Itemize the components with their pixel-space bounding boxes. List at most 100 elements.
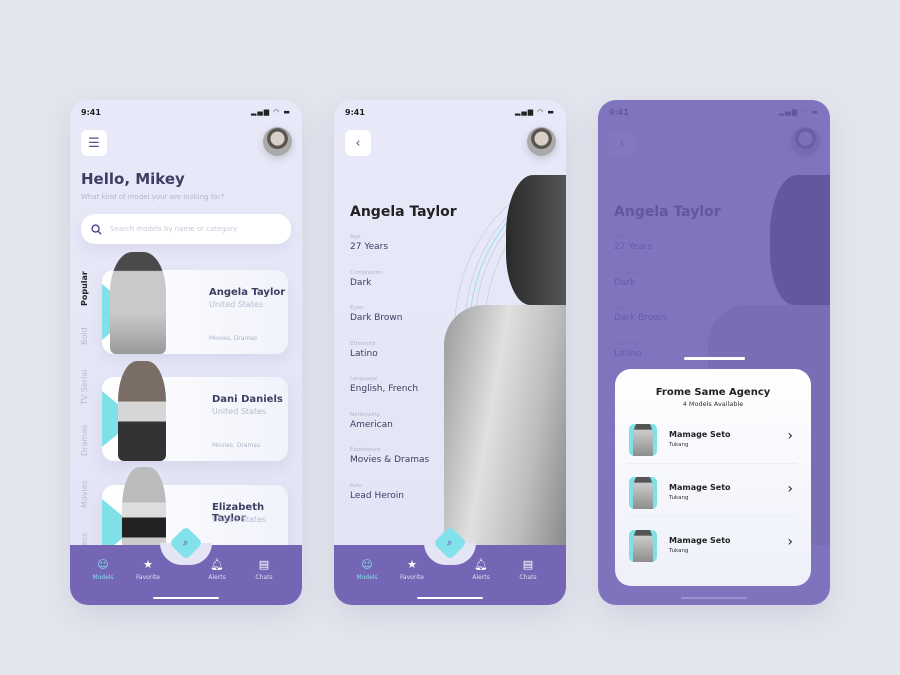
model-thumbnail — [629, 530, 657, 562]
attribute-role: RoleLead Heroin — [350, 483, 404, 501]
model-tags: Movies, Dramas — [212, 442, 261, 449]
chat-icon: ▤ — [522, 558, 534, 571]
nav-label: Models — [92, 574, 114, 581]
avatar[interactable] — [527, 127, 556, 156]
status-icons: ▂▄▆ ◠ ▬ — [250, 108, 291, 116]
category-dramas[interactable]: Dramas — [80, 425, 89, 456]
sheet-handle[interactable] — [684, 357, 745, 360]
nav-chats[interactable]: ▤ Chats — [508, 558, 548, 581]
model-subtitle: Tukang — [669, 495, 689, 501]
attribute-label: Age — [350, 234, 361, 240]
bell-icon: 🔔︎ — [474, 558, 488, 571]
home-indicator — [153, 597, 219, 599]
nav-label: Chats — [519, 574, 537, 581]
attribute-label: Eyes — [350, 305, 363, 311]
subtitle: What kind of model your are looking for? — [81, 193, 225, 201]
chevron-right-icon[interactable]: › — [787, 534, 793, 550]
category-popular[interactable]: Popular — [80, 271, 89, 306]
attribute-value: 27 Years — [350, 242, 389, 252]
agency-model-item[interactable]: Mamage Seto Tukang › — [627, 522, 797, 570]
model-photo — [110, 252, 166, 354]
home-screen: 9:41 ▂▄▆ ◠ ▬ ☰ Hello, Mikey What kind of … — [70, 100, 302, 605]
attribute-ethinicity: EthinicityLatino — [350, 341, 378, 359]
agency-screen: 9:41▂▄▆ ◠ ▬ ‹ Angela Taylor Age27 YearsC… — [598, 100, 830, 605]
attribute-label: Experience — [350, 447, 381, 453]
attribute-complexion: ComplexionDark — [350, 270, 383, 288]
nav-alerts[interactable]: 🔔︎ Alerts — [197, 558, 237, 581]
status-time: 9:41 — [81, 108, 101, 117]
attribute-experience: Experience Movies & Dramas — [350, 447, 429, 465]
category-tv-serial[interactable]: TV Serial — [80, 369, 89, 405]
nav-models[interactable]: ☺ Models — [347, 558, 387, 581]
model-country: United States — [212, 515, 267, 524]
nav-alerts[interactable]: 🔔︎ Alerts — [461, 558, 501, 581]
nav-label: Chats — [255, 574, 273, 581]
model-tags: Movies, Dramas — [209, 335, 258, 342]
search-icon — [91, 223, 102, 235]
back-button[interactable]: ‹ — [345, 130, 371, 156]
model-name: Angela Taylor — [209, 287, 286, 298]
agency-model-item[interactable]: Mamage Seto Tukang › — [627, 469, 797, 517]
avatar[interactable] — [263, 127, 292, 156]
attribute-label: Ethinicity — [350, 340, 376, 347]
nav-favorite[interactable]: ★ Favorite — [128, 558, 168, 581]
nav-models[interactable]: ☺ Models — [83, 558, 123, 581]
star-icon: ★ — [407, 558, 417, 571]
attribute-value: Latino — [350, 348, 378, 359]
nav-label: Favorite — [400, 574, 424, 581]
nav-label: Alerts — [472, 574, 490, 581]
sheet-title: Frome Same Agency — [655, 387, 771, 398]
search-input[interactable] — [110, 225, 270, 233]
attribute-value: Dark Brown — [350, 313, 403, 323]
star-icon: ★ — [143, 558, 153, 571]
agency-model-item[interactable]: Mamage Seto Tukang › — [627, 416, 797, 464]
category-movies[interactable]: Movies — [80, 480, 89, 508]
category-bold[interactable]: Bold — [80, 327, 89, 345]
status-bar: 9:41 ▂▄▆ ◠ ▬ — [81, 108, 291, 117]
search-icon: ⌕ — [183, 537, 189, 549]
model-name: Dani Daniels — [212, 394, 283, 405]
search-bar[interactable] — [81, 214, 291, 244]
nav-label: Alerts — [208, 574, 226, 581]
model-name: Mamage Seto — [669, 536, 731, 545]
sheet-subtitle: 4 Models Available — [682, 400, 744, 408]
model-card[interactable]: Dani Daniels United States Movies, Drama… — [102, 361, 288, 461]
nav-label: Models — [356, 574, 378, 581]
attribute-value: American — [350, 419, 393, 430]
home-indicator — [681, 597, 747, 599]
attribute-eyes: Eyes Dark Brown — [350, 305, 402, 323]
home-indicator — [417, 597, 483, 599]
model-name: Mamage Seto — [669, 483, 731, 492]
attribute-value: Lead Heroin — [350, 490, 404, 501]
model-country: United States — [212, 407, 267, 416]
menu-button[interactable]: ☰ — [81, 130, 107, 156]
attribute-label: Nationality — [350, 411, 380, 418]
chat-icon: ▤ — [258, 558, 270, 571]
greeting: Hello, Mikey — [81, 170, 185, 188]
model-card[interactable]: Angela Taylor United States Movies, Dram… — [102, 252, 288, 354]
chevron-left-icon: ‹ — [355, 135, 361, 151]
bell-icon: 🔔︎ — [210, 558, 224, 571]
status-icons: ▂▄▆ ◠ ▬ — [514, 108, 555, 116]
agency-sheet: Frome Same Agency 4 Models Available Mam… — [615, 369, 811, 586]
attribute-value: Dark — [350, 277, 372, 288]
status-time: 9:41 — [345, 108, 365, 117]
nav-favorite[interactable]: ★ Favorite — [392, 558, 432, 581]
nav-chats[interactable]: ▤ Chats — [244, 558, 284, 581]
attribute-language: Language English, French — [350, 376, 418, 394]
bottom-nav: ⌕ ☺ Models ★ Favorite 🔔︎ Alerts ▤ Chats — [334, 526, 566, 605]
attribute-label: Language — [350, 376, 378, 382]
attribute-label: Role — [350, 482, 362, 489]
model-photo — [118, 361, 166, 461]
attribute-age: Age 27 Years — [350, 234, 388, 252]
model-name: Angela Taylor — [350, 204, 457, 220]
models-icon: ☺ — [361, 558, 373, 571]
attribute-label: Complexion — [350, 269, 383, 276]
model-name: Mamage Seto — [669, 430, 731, 439]
model-thumbnail — [629, 424, 657, 456]
hamburger-icon: ☰ — [88, 135, 100, 151]
chevron-right-icon[interactable]: › — [787, 428, 793, 444]
chevron-right-icon[interactable]: › — [787, 481, 793, 497]
model-thumbnail — [629, 477, 657, 509]
bottom-nav: ⌕ ☺ Models ★ Favorite 🔔︎ Alerts ▤ Chats — [70, 526, 302, 605]
